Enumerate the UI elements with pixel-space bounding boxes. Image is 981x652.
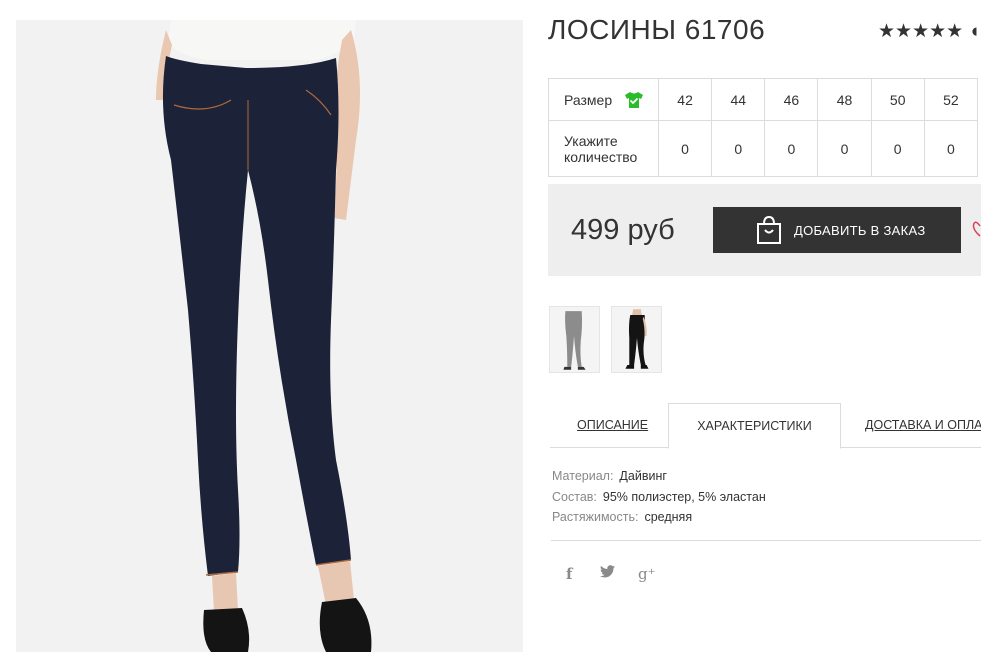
add-to-order-label: ДОБАВИТЬ В ЗАКАЗ xyxy=(794,222,926,238)
spec-value: Дайвинг xyxy=(619,469,667,483)
spec-value: средняя xyxy=(644,510,693,524)
quantity-input[interactable]: 0 xyxy=(764,120,819,177)
tab-characteristics[interactable]: ХАРАКТЕРИСТИКИ xyxy=(668,403,841,449)
quantity-label-line1: Укажите xyxy=(564,132,618,149)
spec-row: Материал: Дайвинг xyxy=(552,466,766,487)
rating-stars[interactable]: ★★★★★ ◖ xyxy=(878,20,980,43)
quantity-label-cell: Укажите количество xyxy=(548,120,659,177)
twitter-icon[interactable] xyxy=(600,565,615,582)
heart-icon[interactable] xyxy=(972,218,981,240)
facebook-icon[interactable]: f xyxy=(566,565,572,583)
size-label: Размер xyxy=(564,91,613,108)
spec-key: Состав: xyxy=(552,489,597,504)
size-chart-icon[interactable] xyxy=(624,91,644,109)
size-value: 52 xyxy=(923,78,979,121)
size-value: 42 xyxy=(657,78,713,121)
add-to-order-button[interactable]: ДОБАВИТЬ В ЗАКАЗ xyxy=(713,207,961,253)
spec-key: Материал: xyxy=(552,469,614,483)
size-row: Размер 42 44 46 48 50 52 xyxy=(548,78,979,121)
tab-description[interactable]: ОПИСАНИЕ xyxy=(577,403,648,448)
tab-delivery[interactable]: ДОСТАВКА И ОПЛАТА xyxy=(865,403,981,448)
size-table: Размер 42 44 46 48 50 52 Укажите количес… xyxy=(548,78,979,177)
size-label-cell: Размер xyxy=(548,78,659,121)
price-panel: 499 руб ДОБАВИТЬ В ЗАКАЗ xyxy=(548,184,981,276)
size-value: 48 xyxy=(817,78,872,121)
star-icons: ★★★★★ xyxy=(878,21,964,42)
price: 499 руб xyxy=(571,214,675,246)
product-tabs: ОПИСАНИЕ ХАРАКТЕРИСТИКИ ДОСТАВКА И ОПЛАТ… xyxy=(550,403,981,449)
specs-list: Материал: Дайвинг Состав: 95% полиэстер, 5… xyxy=(552,466,766,528)
googleplus-icon[interactable]: g⁺ xyxy=(638,565,656,583)
quantity-input[interactable]: 0 xyxy=(870,120,925,177)
size-value: 46 xyxy=(764,78,819,121)
product-title: ЛОСИНЫ 61706 xyxy=(548,14,766,45)
divider xyxy=(551,540,981,541)
thumbnail-black-leggings[interactable] xyxy=(611,306,662,373)
thumbnail-gray-leggings[interactable] xyxy=(549,306,600,373)
spec-row: Растяжимость: средняя xyxy=(552,507,766,528)
size-value: 50 xyxy=(870,78,925,121)
spec-row: Состав: 95% полиэстер, 5% эластан xyxy=(552,487,766,508)
quantity-input[interactable]: 0 xyxy=(657,120,713,177)
spec-value: 95% полиэстер, 5% эластан xyxy=(602,489,766,504)
quantity-label-line2: количество xyxy=(564,148,638,165)
quantity-row: Укажите количество 0 0 0 0 0 0 xyxy=(548,120,979,177)
spec-key: Растяжимость: xyxy=(552,510,639,524)
quantity-input[interactable]: 0 xyxy=(923,120,979,177)
quantity-input[interactable]: 0 xyxy=(711,120,766,177)
rating-extra-icon: ◖ xyxy=(968,21,980,42)
product-main-image[interactable] xyxy=(16,20,523,652)
size-value: 44 xyxy=(711,78,766,121)
quantity-input[interactable]: 0 xyxy=(817,120,872,177)
twitter-bird-icon xyxy=(600,565,615,578)
shopping-bag-icon xyxy=(757,215,781,244)
